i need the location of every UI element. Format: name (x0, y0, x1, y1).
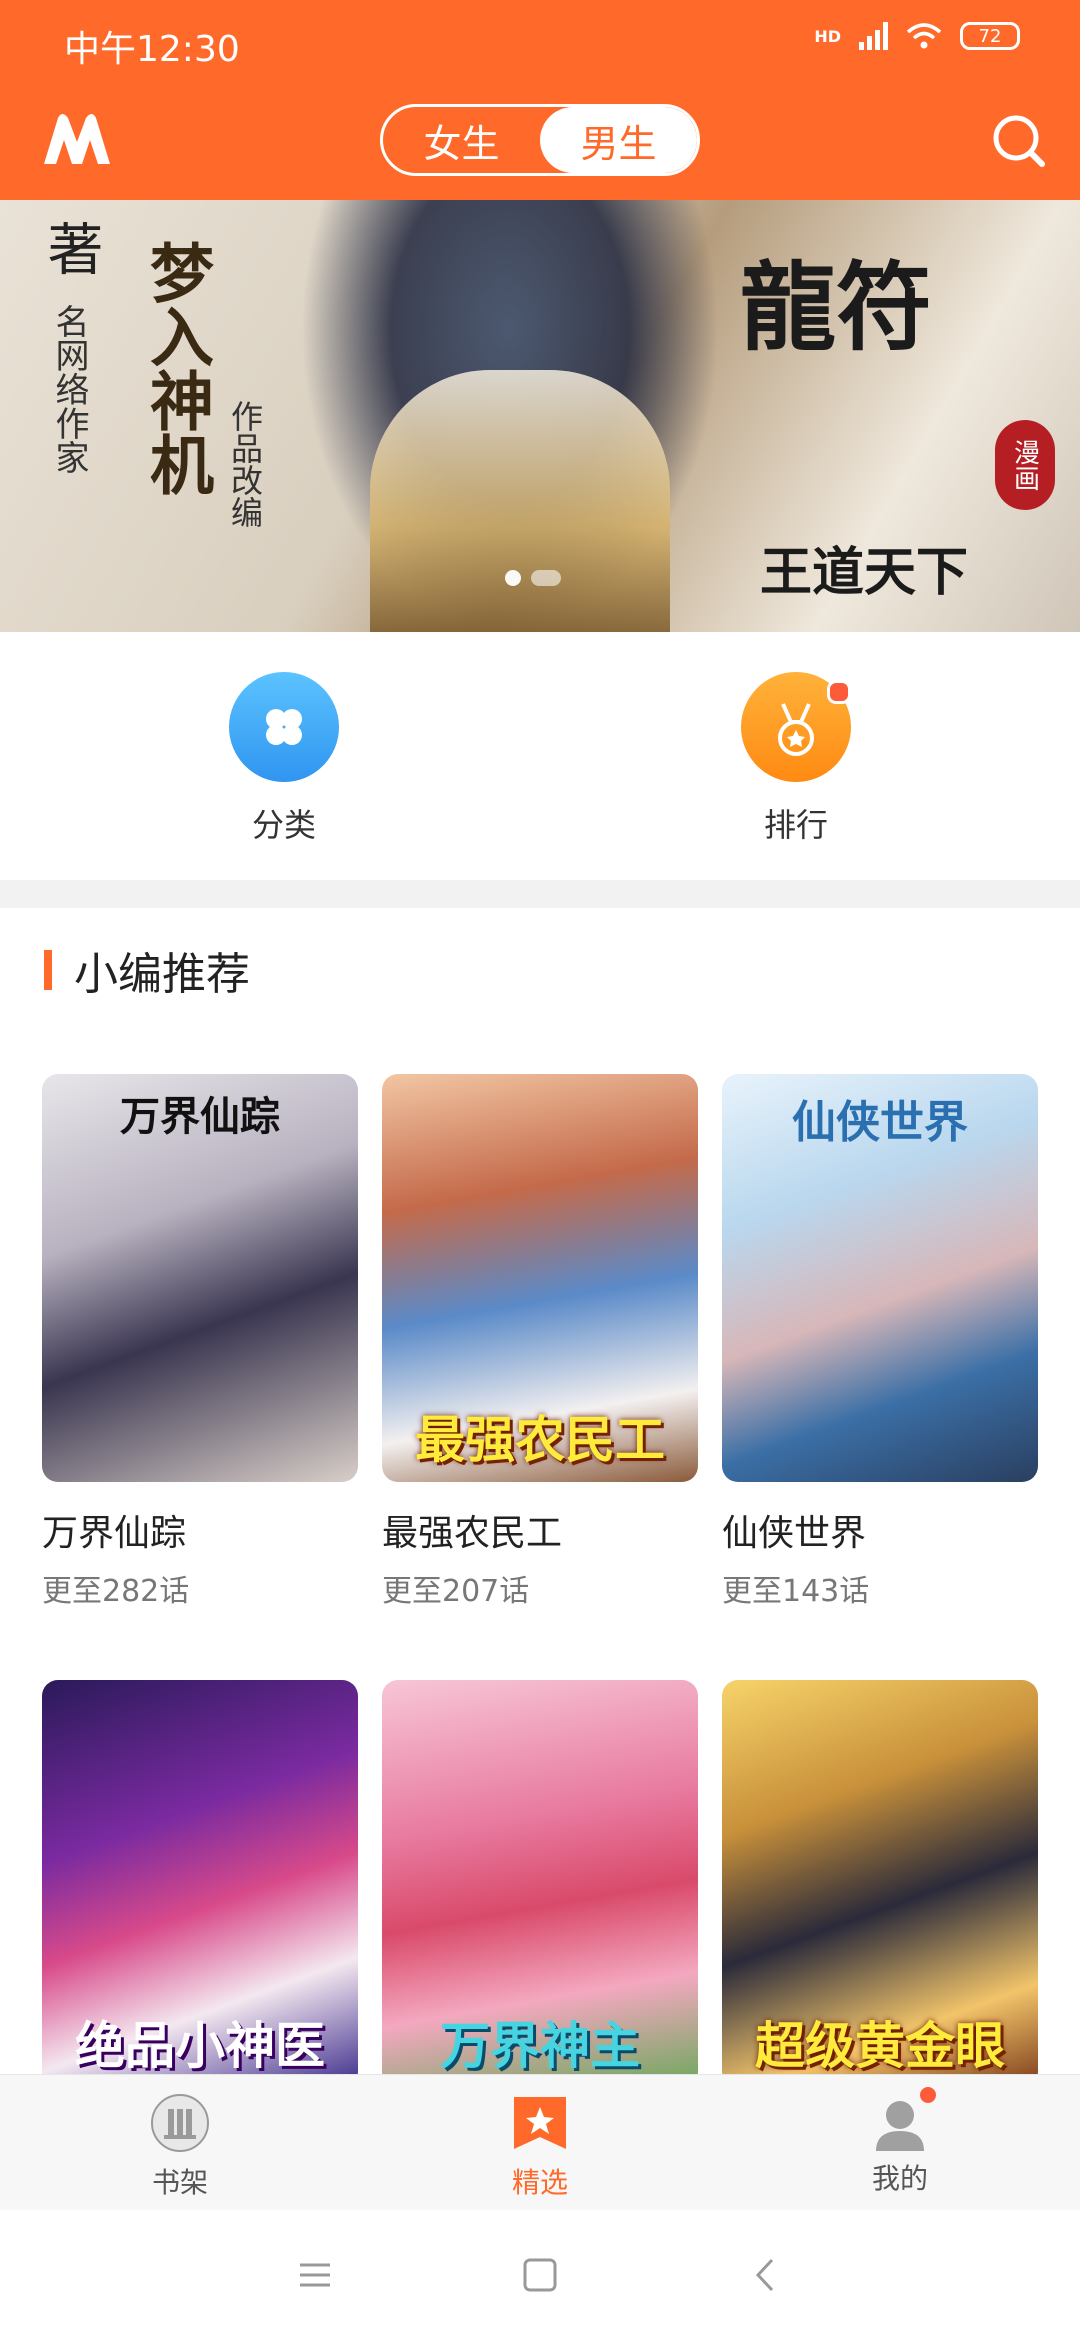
banner-adapted: 作品改编 (226, 400, 264, 528)
gender-switch: 女生 男生 (380, 104, 700, 176)
comic-cover: 超级黄金眼 (722, 1680, 1038, 2088)
banner-subtitle: 王道天下 (760, 542, 969, 603)
carousel-indicator (505, 570, 561, 586)
carousel-dot (531, 570, 561, 586)
nav-featured-label: 精选 (511, 2166, 568, 2199)
comic-update: 更至282话 (42, 1574, 190, 1609)
comic-card[interactable]: 万界仙踪 万界仙踪 更至282话 (42, 1074, 358, 1610)
m-logo-icon[interactable] (40, 108, 114, 172)
comic-cover: 绝品小神医 (42, 1680, 358, 2088)
comic-title: 仙侠世界 (722, 1513, 867, 1554)
nav-bookshelf[interactable]: 书架 (80, 2093, 280, 2201)
section-header: 小编推荐 (44, 940, 250, 1000)
banner-seal: 漫画 (995, 420, 1055, 510)
bookshelf-icon (151, 2094, 209, 2152)
status-time: 中午12:30 (64, 29, 240, 70)
banner-title: 龍符 (740, 251, 932, 364)
banner-carousel[interactable]: 著 名网络作家 梦入神机 作品改编 龍符 王道天下 漫画 (0, 200, 1080, 632)
comic-card[interactable]: 仙侠世界 仙侠世界 更至143话 (722, 1074, 1038, 1610)
comic-cover: 万界仙踪 (42, 1074, 358, 1482)
ranking-badge (827, 680, 851, 704)
battery-icon: 72 (960, 22, 1020, 50)
nav-profile-label: 我的 (871, 2162, 928, 2195)
comic-card[interactable]: 绝品小神医 (42, 1680, 358, 2088)
status-bar: 中午12:30 HD 72 (0, 0, 1080, 86)
featured-icon (514, 2097, 566, 2149)
banner-character-robe (370, 370, 670, 632)
quick-entries: 分类 排行 (0, 632, 1080, 880)
profile-icon (870, 2087, 936, 2153)
banner-text-sub: 名网络作家 (49, 304, 89, 474)
system-nav-bar (0, 2210, 1080, 2340)
cover-title: 万界神主 (440, 2016, 640, 2075)
nav-bookshelf-label: 书架 (151, 2166, 208, 2199)
comic-title: 最强农民工 (382, 1513, 563, 1554)
category-label: 分类 (251, 806, 316, 844)
signal-icon (859, 22, 888, 50)
tab-male[interactable]: 男生 (540, 107, 697, 173)
tab-female[interactable]: 女生 (383, 107, 540, 173)
section-accent-bar (44, 950, 52, 990)
back-icon[interactable] (740, 2250, 790, 2300)
comic-update: 更至207话 (382, 1574, 530, 1609)
comic-cover: 最强农民工 (382, 1074, 698, 1482)
network-type: HD (814, 26, 841, 46)
category-entry[interactable]: 分类 (184, 672, 384, 846)
bottom-nav: 书架 精选 我的 (0, 2074, 1080, 2211)
cover-title: 超级黄金眼 (755, 2016, 1005, 2075)
section-title: 小编推荐 (74, 949, 250, 1000)
banner-text-big: 著 (38, 220, 103, 278)
comic-title: 万界仙踪 (42, 1513, 187, 1554)
carousel-dot (505, 570, 521, 586)
comic-card[interactable]: 超级黄金眼 (722, 1680, 1038, 2088)
search-icon[interactable] (986, 108, 1050, 172)
comic-cover: 仙侠世界 (722, 1074, 1038, 1482)
wifi-icon (906, 23, 942, 49)
comic-update: 更至143话 (722, 1574, 870, 1609)
cover-title: 仙侠世界 (792, 1097, 968, 1148)
top-bar: 女生 男生 (0, 98, 1080, 188)
cover-title: 绝品小神医 (75, 2016, 325, 2075)
home-icon[interactable] (515, 2250, 565, 2300)
medal-icon (741, 672, 851, 782)
nav-profile[interactable]: 我的 (800, 2087, 1000, 2197)
section-divider (0, 880, 1080, 908)
banner-author: 梦入神机 (139, 240, 214, 496)
profile-badge (920, 2087, 936, 2103)
ranking-entry[interactable]: 排行 (696, 672, 896, 846)
cover-title: 万界仙踪 (120, 1093, 280, 1140)
ranking-label: 排行 (763, 806, 828, 844)
comic-card[interactable]: 最强农民工 最强农民工 更至207话 (382, 1074, 698, 1610)
comic-cover: 万界神主 (382, 1680, 698, 2088)
app-header: 中午12:30 HD 72 女生 男生 (0, 0, 1080, 200)
clover-icon (229, 672, 339, 782)
battery-level: 72 (978, 25, 1002, 47)
status-icons: HD 72 (814, 22, 1020, 50)
nav-featured[interactable]: 精选 (440, 2093, 640, 2201)
cover-title: 最强农民工 (415, 1410, 665, 1469)
comic-card[interactable]: 万界神主 (382, 1680, 698, 2088)
menu-icon[interactable] (290, 2250, 340, 2300)
